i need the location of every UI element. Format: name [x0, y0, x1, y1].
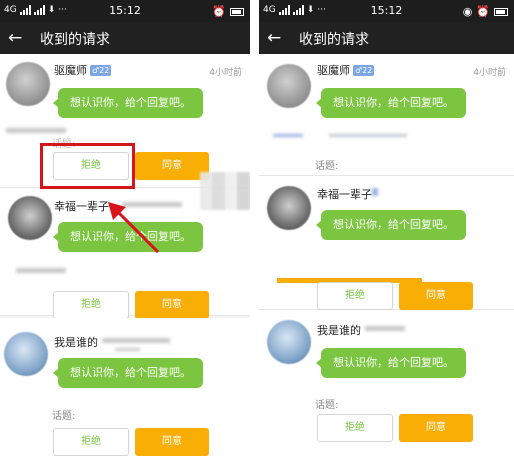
location-icon: ◉: [462, 5, 473, 18]
message-bubble: 想认识你，给个回复吧。: [53, 88, 203, 118]
avatar[interactable]: [4, 332, 48, 376]
battery-icon: [494, 7, 508, 16]
mosaic-blur: [200, 172, 250, 210]
topic-label: 话题:: [315, 161, 339, 172]
refuse-button[interactable]: 拒绝: [317, 414, 393, 442]
request-name: 幸福一辈子: [54, 200, 109, 213]
agree-button[interactable]: 同意: [135, 428, 209, 456]
request-name: 幸福一辈子: [317, 188, 372, 201]
blurred-text: [122, 202, 182, 207]
avatar[interactable]: [267, 64, 311, 108]
page-title: 收到的请求: [40, 32, 110, 48]
refuse-button[interactable]: 拒绝: [317, 282, 393, 310]
blurred-text: [365, 326, 405, 331]
gender-age-badge: ♂22: [90, 65, 112, 76]
alarm-icon: ⏰: [476, 5, 490, 18]
avatar[interactable]: [6, 62, 50, 106]
request-time: 4小时前: [209, 68, 242, 78]
avatar[interactable]: [267, 186, 311, 230]
highlight-box: [40, 143, 135, 189]
alarm-icon: ⏰: [212, 5, 226, 18]
message-bubble: 想认识你，给个回复吧。: [53, 222, 203, 252]
request-name: 驱魔师: [317, 64, 350, 77]
message-bubble: 想认识你，给个回复吧。: [316, 88, 466, 118]
request-card: 我是谁的 想认识你，给个回复吧。 话题: 拒绝 同意: [0, 318, 250, 463]
status-bar: 4G ⬇ ··· 15:12 ◉ ⏰: [259, 0, 514, 22]
blurred-text: [273, 134, 303, 137]
agree-button[interactable]: 同意: [135, 152, 209, 180]
avatar[interactable]: [267, 320, 311, 364]
request-name: 我是谁的: [54, 336, 98, 349]
agree-button[interactable]: 同意: [399, 414, 473, 442]
request-card: 幸福一辈子 想认识你，给个回复吧。 拒绝 同意: [259, 176, 514, 310]
message-bubble: 想认识你，给个回复吧。: [53, 358, 203, 388]
agree-button[interactable]: 同意: [399, 282, 473, 310]
request-time: 4小时前: [473, 68, 506, 78]
blurred-text: [16, 268, 66, 273]
refuse-button[interactable]: 拒绝: [53, 291, 129, 319]
avatar[interactable]: [8, 196, 52, 240]
title-bar: ← 收到的请求: [0, 22, 250, 54]
blurred-text: [115, 348, 140, 351]
message-bubble: 想认识你，给个回复吧。: [316, 348, 466, 378]
topic-label: 话题:: [315, 400, 339, 411]
blurred-text: [329, 134, 407, 137]
request-name: 我是谁的: [317, 324, 361, 337]
message-bubble: 想认识你，给个回复吧。: [316, 210, 466, 240]
blurred-text: [6, 128, 66, 133]
request-name: 驱魔师: [54, 64, 87, 77]
request-card: 我是谁的 想认识你，给个回复吧。 话题: 拒绝 同意: [259, 310, 514, 463]
page-title: 收到的请求: [299, 32, 369, 48]
request-card: 驱魔师 ♂22 4小时前 想认识你，给个回复吧。 话题:: [259, 54, 514, 176]
blurred-text: [372, 188, 378, 196]
blurred-text: [102, 338, 170, 343]
battery-icon: [230, 7, 244, 16]
separator: [250, 0, 259, 463]
refuse-button[interactable]: 拒绝: [53, 428, 129, 456]
title-bar: ← 收到的请求: [259, 22, 514, 54]
gender-age-badge: ♂22: [353, 65, 375, 76]
topic-label: 话题:: [52, 411, 76, 422]
status-bar: 4G ⬇ ··· 15:12 ⏰: [0, 0, 250, 22]
arrow-left-icon[interactable]: ←: [267, 28, 281, 48]
agree-button[interactable]: 同意: [135, 291, 209, 319]
arrow-left-icon[interactable]: ←: [8, 28, 22, 48]
left-screenshot: 4G ⬇ ··· 15:12 ⏰ ← 收到的请求 驱魔师 ♂22 4小时前 想认识…: [0, 0, 250, 463]
right-screenshot: 4G ⬇ ··· 15:12 ◉ ⏰ ← 收到的请求 驱魔师 ♂22 4小时前 想…: [259, 0, 514, 463]
